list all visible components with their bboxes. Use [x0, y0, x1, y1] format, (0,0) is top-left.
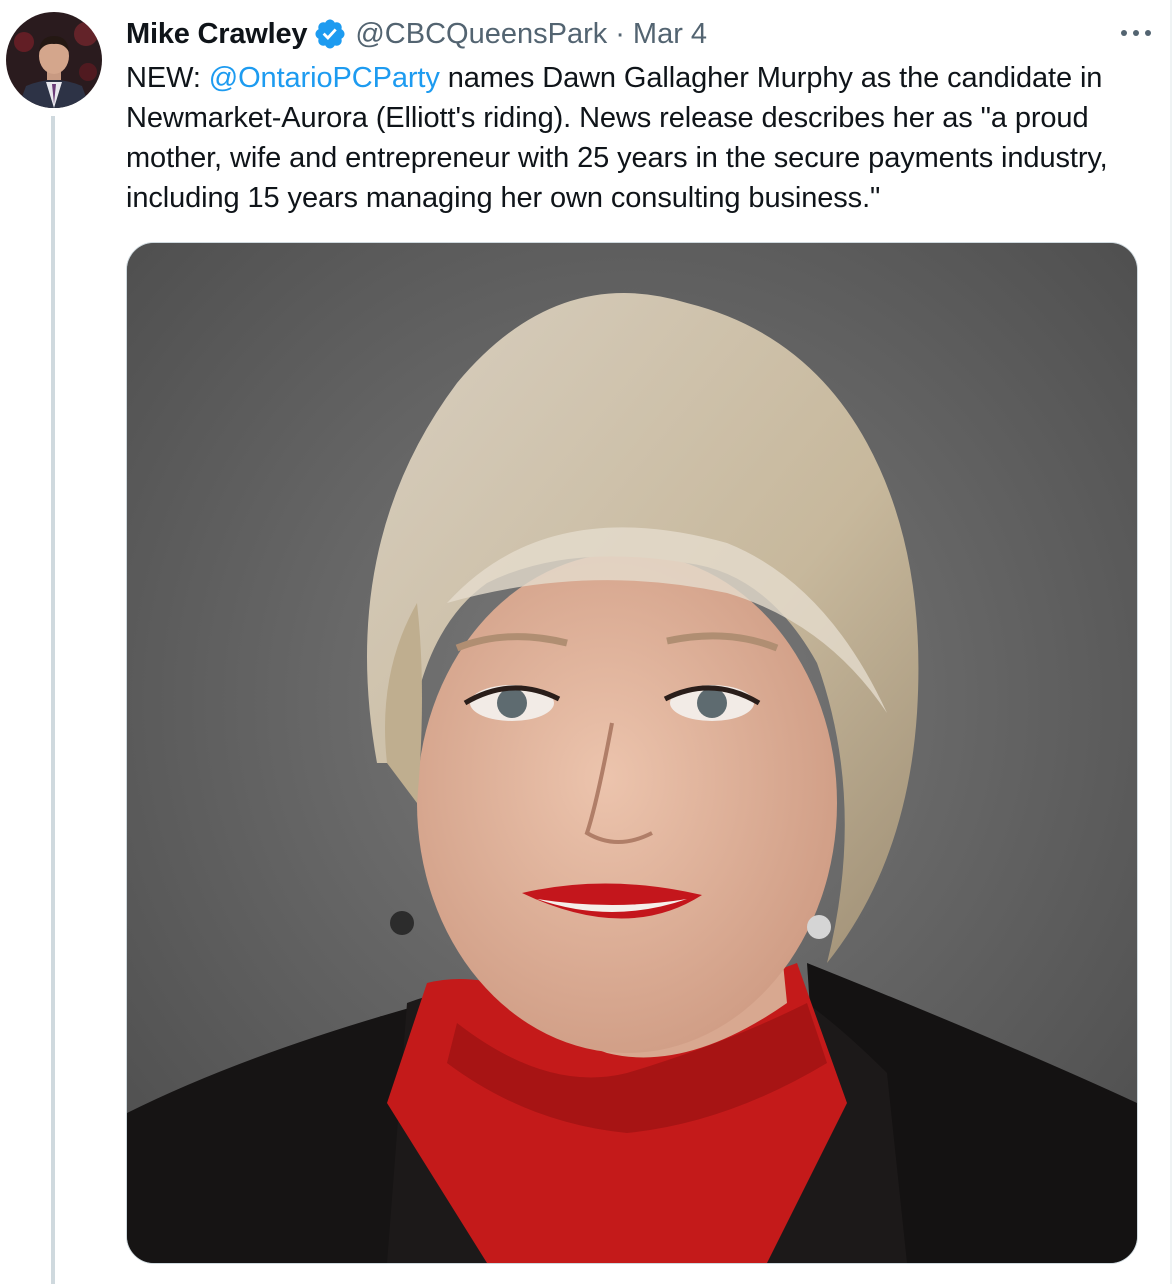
tweet-photo[interactable] — [126, 242, 1138, 1264]
verified-badge-icon — [313, 17, 347, 51]
avatar-image — [6, 12, 102, 108]
column-divider — [1170, 0, 1172, 1284]
author-display-name[interactable]: Mike Crawley — [126, 18, 308, 51]
tweet-prefix: NEW: — [126, 62, 209, 94]
portrait-photo — [127, 243, 1137, 1263]
header-separator: · — [615, 17, 625, 50]
tweet-card[interactable]: Mike Crawley @CBCQueensPark · Mar 4 NEW:… — [0, 0, 1176, 1284]
tweet-text: NEW: @OntarioPCParty names Dawn Gallaghe… — [126, 58, 1146, 218]
thread-connector-line — [51, 116, 55, 1284]
mention-link[interactable]: @OntarioPCParty — [209, 62, 440, 94]
more-options-icon[interactable] — [1116, 18, 1156, 48]
tweet-header: Mike Crawley @CBCQueensPark · Mar 4 — [126, 12, 1156, 56]
author-avatar[interactable] — [6, 12, 102, 108]
author-handle[interactable]: @CBCQueensPark — [355, 18, 607, 51]
tweet-date[interactable]: Mar 4 — [633, 18, 707, 51]
